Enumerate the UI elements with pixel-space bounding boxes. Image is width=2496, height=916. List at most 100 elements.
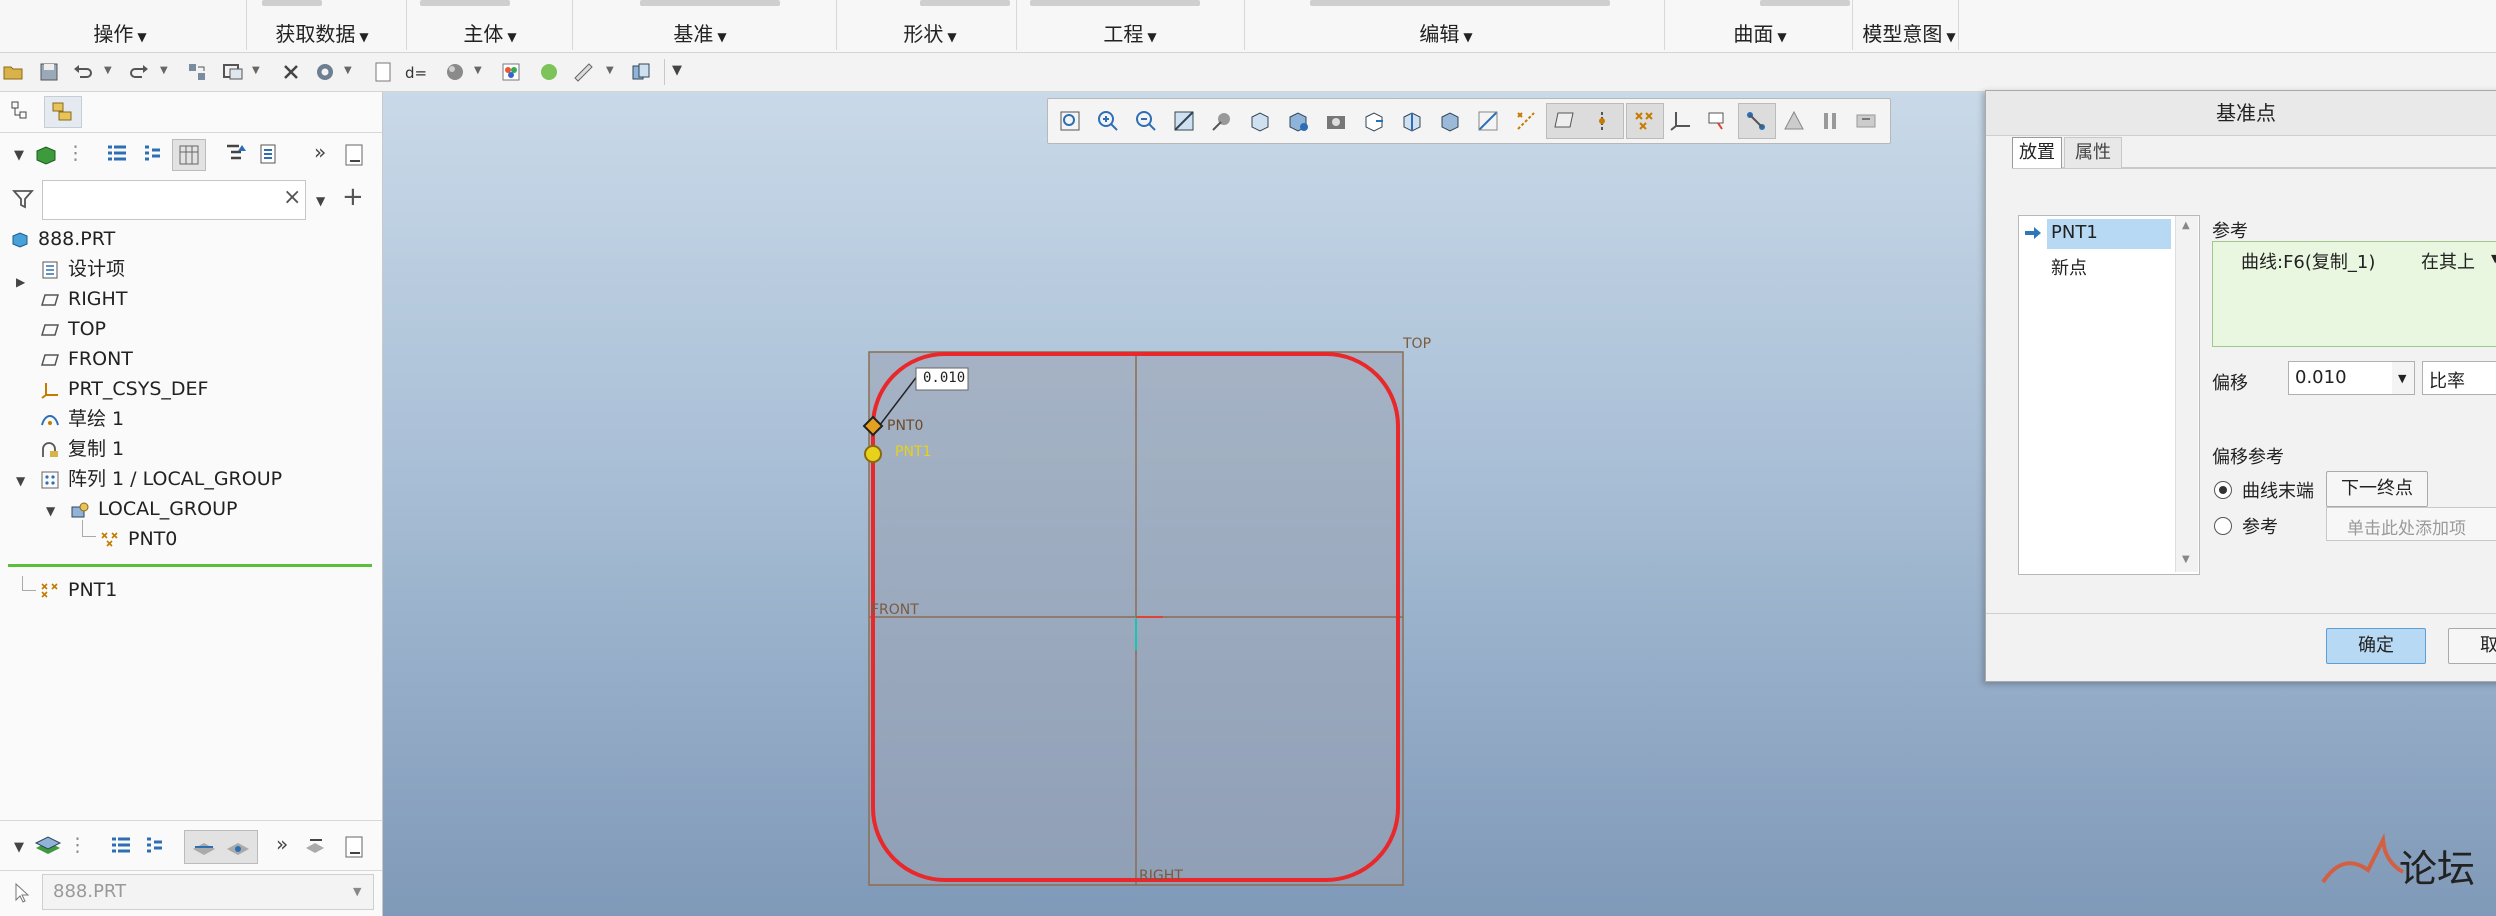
tree-settings-icon[interactable] [258, 142, 284, 168]
ribbon-group-operations[interactable]: 操作 ▼ [70, 16, 170, 52]
spin-center-display-icon[interactable] [1744, 109, 1768, 133]
spin-center-icon[interactable] [1210, 109, 1234, 133]
chevron-down-icon[interactable]: ▼ [2491, 252, 2496, 265]
animation-icon[interactable] [1854, 109, 1878, 133]
saved-orientation-icon[interactable] [1248, 109, 1272, 133]
collapse-icon[interactable]: ▼ [14, 148, 24, 163]
offset-value-input[interactable]: 0.010 [2288, 361, 2394, 395]
tree-filter-icon[interactable] [224, 142, 250, 168]
more-icon[interactable]: ⋮ [66, 142, 85, 164]
tree-expand-icon[interactable] [142, 834, 168, 860]
camera-icon[interactable] [1324, 109, 1348, 133]
ribbon-group-body[interactable]: 主体 ▼ [440, 16, 540, 52]
filter-funnel-icon[interactable] [12, 188, 34, 210]
chevron-down-icon[interactable]: ▼ [316, 194, 325, 208]
tree-item-front-plane[interactable]: FRONT [40, 345, 133, 373]
cancel-button[interactable]: 取消 [2448, 628, 2496, 664]
scroll-up-icon[interactable]: ▲ [2182, 220, 2190, 231]
clear-icon[interactable]: × [283, 185, 301, 210]
layers-icon[interactable] [34, 834, 62, 858]
tree-item-sketch[interactable]: 草绘 1 [40, 405, 124, 433]
regenerate-icon[interactable] [186, 61, 208, 83]
show-icon[interactable] [342, 142, 368, 168]
repaint-icon[interactable] [1172, 109, 1196, 133]
collapse-arrow-icon[interactable]: ▼ [16, 474, 25, 488]
chevron-down-icon[interactable]: ▼ [252, 65, 260, 76]
radio-reference[interactable] [2214, 517, 2232, 535]
ribbon-group-edit[interactable]: 编辑 ▼ [1396, 16, 1496, 52]
tree-item-local-group[interactable]: LOCAL_GROUP [70, 495, 237, 523]
tree-item-csys[interactable]: PRT_CSYS_DEF [40, 375, 208, 403]
tree-item-top-plane[interactable]: TOP [40, 315, 106, 343]
tree-item-pnt0[interactable]: PNT0 [100, 525, 177, 553]
part-icon[interactable] [34, 144, 58, 166]
reference-item[interactable]: 曲线:F6(复制_1) [2241, 248, 2375, 274]
tree-item-right-plane[interactable]: RIGHT [40, 285, 127, 313]
next-end-button[interactable]: 下一终点 [2326, 471, 2428, 507]
radio-curve-end-label[interactable]: 曲线末端 [2242, 477, 2314, 503]
chevron-down-icon[interactable]: ▼ [344, 65, 352, 76]
point-display-icon[interactable] [1632, 109, 1656, 133]
active-model-select[interactable]: 888.PRT ▼ [42, 874, 374, 910]
layer-tree-tab[interactable] [44, 96, 82, 128]
tree-list-icon[interactable] [108, 834, 134, 860]
redo-icon[interactable] [128, 61, 150, 83]
document-icon[interactable] [372, 61, 394, 83]
reference-constraint-select[interactable]: 在其上 [2421, 248, 2475, 274]
ribbon-group-engineering[interactable]: 工程 ▼ [1080, 16, 1180, 52]
chevron-down-icon[interactable]: ▼ [160, 65, 168, 76]
radio-curve-end[interactable] [2214, 481, 2232, 499]
zoom-out-icon[interactable] [1134, 109, 1158, 133]
color-palette-icon[interactable] [500, 61, 522, 83]
close-window-icon[interactable] [280, 61, 302, 83]
perspective-icon[interactable] [1362, 109, 1386, 133]
view-manager-icon[interactable] [1286, 109, 1310, 133]
tab-placement[interactable]: 放置 [2012, 137, 2062, 168]
dialog-title[interactable]: 基准点 [1986, 91, 2496, 136]
view-manager-icon[interactable] [630, 61, 652, 83]
open-folder-icon[interactable] [2, 61, 24, 83]
ribbon-group-get-data[interactable]: 获取数据 ▼ [262, 16, 382, 52]
layer-properties-icon[interactable] [302, 834, 328, 860]
render-icon[interactable] [1782, 109, 1806, 133]
pnt1-marker[interactable] [864, 445, 882, 463]
more-chevron-icon[interactable]: » [314, 140, 326, 164]
section-icon[interactable] [1400, 109, 1424, 133]
ribbon-group-shape[interactable]: 形状 ▼ [880, 16, 980, 52]
csys-display-icon[interactable] [1668, 109, 1692, 133]
display-style-icon[interactable] [1438, 109, 1462, 133]
chevron-down-icon[interactable]: ▼ [474, 65, 482, 76]
tree-columns-button[interactable] [172, 139, 206, 171]
tree-item-root-part[interactable]: 888.PRT [10, 225, 115, 253]
offset-reference-collector[interactable]: 单击此处添加项 [2326, 507, 2496, 541]
collapse-icon[interactable]: ▼ [14, 840, 24, 855]
collapse-arrow-icon[interactable]: ▼ [46, 504, 55, 518]
offset-dimension-text[interactable]: 0.010 [923, 370, 965, 386]
tree-list-icon[interactable] [104, 142, 130, 168]
points-list-new-point[interactable]: 新点 [2051, 254, 2087, 280]
zoom-in-icon[interactable] [1096, 109, 1120, 133]
sphere-icon[interactable] [444, 61, 466, 83]
undo-icon[interactable] [72, 61, 94, 83]
scroll-down-icon[interactable]: ▼ [2182, 554, 2190, 565]
tree-item-design-items[interactable]: 设计项 [40, 255, 125, 283]
datum-axis-display-icon[interactable] [1514, 109, 1538, 133]
points-list[interactable]: PNT1 新点 ▲ ▼ [2018, 215, 2200, 575]
radio-reference-label[interactable]: 参考 [2242, 513, 2278, 539]
datum-plane-display-icon[interactable] [1476, 109, 1500, 133]
insert-here-marker[interactable] [8, 564, 372, 567]
expand-arrow-icon[interactable]: ▶ [16, 275, 25, 289]
points-list-item-pnt1[interactable]: PNT1 [2047, 219, 2171, 249]
references-collector[interactable]: 曲线:F6(复制_1) 在其上 ▼ [2212, 241, 2496, 347]
ribbon-group-surface[interactable]: 曲面 ▼ [1710, 16, 1810, 52]
offset-type-select[interactable]: 比率 [2422, 361, 2496, 395]
tree-item-pattern[interactable]: 阵列 1 / LOCAL_GROUP [40, 465, 282, 493]
ok-button[interactable]: 确定 [2326, 628, 2426, 664]
tree-item-pnt1[interactable]: PNT1 [40, 576, 117, 604]
tab-properties[interactable]: 属性 [2064, 137, 2122, 168]
tree-item-copy[interactable]: 复制 1 [40, 435, 124, 463]
customize-dropdown-icon[interactable]: ▼ [672, 63, 682, 78]
show-icon[interactable] [342, 834, 368, 860]
chevron-down-icon[interactable]: ▼ [104, 65, 112, 76]
more-icon[interactable]: ⋮ [68, 834, 87, 856]
